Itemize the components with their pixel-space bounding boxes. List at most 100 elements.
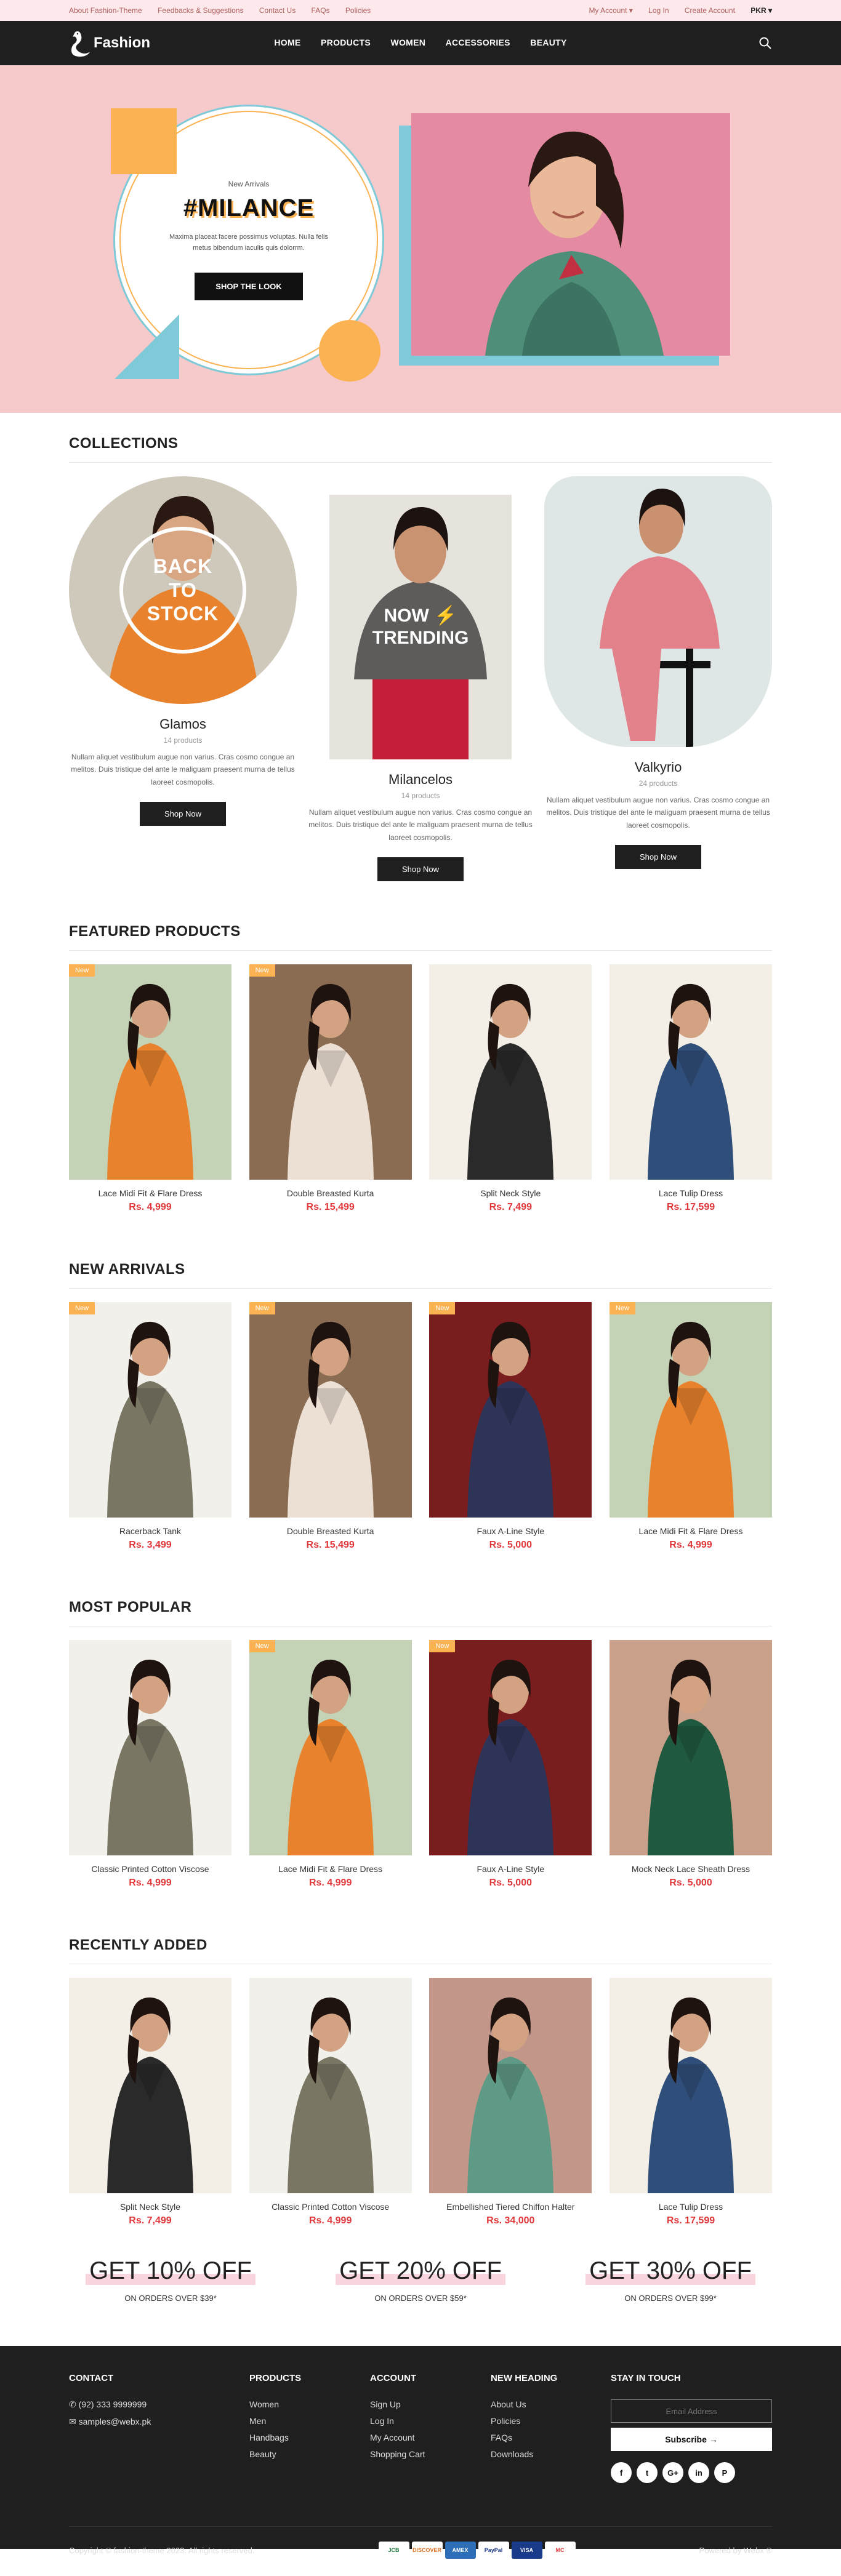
product-name[interactable]: Faux A-Line Style <box>429 1526 592 1536</box>
currency-select[interactable]: PKR ▾ <box>750 6 772 15</box>
product-name[interactable]: Faux A-Line Style <box>429 1864 592 1874</box>
product-image[interactable] <box>69 1640 231 1856</box>
nav-item-accessories[interactable]: ACCESSORIES <box>446 38 510 47</box>
google-plus-icon[interactable]: G+ <box>662 2462 683 2484</box>
product-card[interactable]: Split Neck Style Rs. 7,499 <box>69 1978 231 2226</box>
offer-block[interactable]: GET 30% OFF ON ORDERS OVER $99* <box>569 2257 772 2303</box>
product-image[interactable]: New <box>609 1302 772 1518</box>
product-name[interactable]: Double Breasted Kurta <box>249 1526 412 1536</box>
product-card[interactable]: New Double Breasted Kurta Rs. 15,499 <box>249 1302 412 1551</box>
product-image[interactable]: New <box>249 964 412 1180</box>
product-name[interactable]: Lace Midi Fit & Flare Dress <box>610 1526 772 1536</box>
product-image[interactable] <box>429 964 592 1180</box>
product-card[interactable]: Classic Printed Cotton Viscose Rs. 4,999 <box>69 1640 231 1889</box>
product-image[interactable] <box>609 1640 772 1856</box>
product-card[interactable]: Embellished Tiered Chiffon Halter Rs. 34,… <box>429 1978 592 2226</box>
product-image[interactable] <box>609 1978 772 2194</box>
footer-link[interactable]: Policies <box>491 2416 611 2426</box>
mastercard-icon: MC <box>544 2542 576 2559</box>
subscribe-button[interactable]: Subscribe → <box>611 2428 772 2452</box>
top-link[interactable]: Contact Us <box>259 6 296 15</box>
footer-link[interactable]: My Account <box>370 2433 491 2442</box>
footer-link[interactable]: Shopping Cart <box>370 2449 491 2459</box>
collection-image[interactable]: BACK TO STOCK <box>69 476 297 704</box>
top-link[interactable]: About Fashion-Theme <box>69 6 142 15</box>
product-name[interactable]: Mock Neck Lace Sheath Dress <box>610 1864 772 1874</box>
offer-block[interactable]: GET 20% OFF ON ORDERS OVER $59* <box>319 2257 522 2303</box>
product-image[interactable] <box>69 1978 231 2194</box>
product-name[interactable]: Lace Midi Fit & Flare Dress <box>249 1864 412 1874</box>
product-name[interactable]: Racerback Tank <box>69 1526 231 1536</box>
footer-link[interactable]: Log In <box>370 2416 491 2426</box>
shop-now-button[interactable]: Shop Now <box>140 802 226 826</box>
product-card[interactable]: New Lace Midi Fit & Flare Dress Rs. 4,999 <box>249 1640 412 1889</box>
nav-item-beauty[interactable]: BEAUTY <box>530 38 566 47</box>
shop-now-button[interactable]: Shop Now <box>377 857 464 882</box>
my-account-dropdown[interactable]: My Account ▾ <box>589 6 632 15</box>
product-card[interactable]: New Lace Midi Fit & Flare Dress Rs. 4,999 <box>609 1302 772 1551</box>
footer-link[interactable]: Handbags <box>249 2433 370 2442</box>
mail-icon: ✉ <box>69 2417 79 2427</box>
product-card[interactable]: New Racerback Tank Rs. 3,499 <box>69 1302 231 1551</box>
product-name[interactable]: Classic Printed Cotton Viscose <box>249 2202 412 2212</box>
twitter-icon[interactable]: t <box>637 2462 658 2484</box>
phone-line[interactable]: ✆ (92) 333 9999999 <box>69 2399 249 2410</box>
search-icon[interactable] <box>759 36 772 50</box>
footer-link[interactable]: Downloads <box>491 2449 611 2459</box>
product-name[interactable]: Lace Tulip Dress <box>610 2202 772 2212</box>
product-name[interactable]: Split Neck Style <box>69 2202 231 2212</box>
product-card[interactable]: New Faux A-Line Style Rs. 5,000 <box>429 1640 592 1889</box>
footer-link[interactable]: Men <box>249 2416 370 2426</box>
footer-link[interactable]: Beauty <box>249 2449 370 2459</box>
shop-now-button[interactable]: Shop Now <box>615 845 701 870</box>
create-account-link[interactable]: Create Account <box>685 6 735 15</box>
footer-link[interactable]: About Us <box>491 2399 611 2409</box>
collection-name[interactable]: Valkyrio <box>544 759 772 775</box>
collection-image[interactable] <box>544 476 772 747</box>
facebook-icon[interactable]: f <box>611 2462 632 2484</box>
product-image[interactable]: New <box>69 964 231 1180</box>
product-name[interactable]: Double Breasted Kurta <box>249 1188 412 1198</box>
product-image[interactable]: New <box>429 1640 592 1856</box>
top-link[interactable]: FAQs <box>312 6 330 15</box>
product-image[interactable] <box>429 1978 592 2194</box>
top-link[interactable]: Policies <box>345 6 371 15</box>
product-name[interactable]: Lace Midi Fit & Flare Dress <box>69 1188 231 1198</box>
product-card[interactable]: Mock Neck Lace Sheath Dress Rs. 5,000 <box>609 1640 772 1889</box>
linkedin-icon[interactable]: in <box>688 2462 709 2484</box>
product-image[interactable]: New <box>249 1302 412 1518</box>
product-card[interactable]: New Lace Midi Fit & Flare Dress Rs. 4,999 <box>69 964 231 1213</box>
email-line[interactable]: ✉ samples@webx.pk <box>69 2417 249 2427</box>
top-link[interactable]: Feedbacks & Suggestions <box>158 6 243 15</box>
footer-link[interactable]: Sign Up <box>370 2399 491 2409</box>
product-card[interactable]: Classic Printed Cotton Viscose Rs. 4,999 <box>249 1978 412 2226</box>
footer-link[interactable]: FAQs <box>491 2433 611 2442</box>
collection-name[interactable]: Glamos <box>69 716 297 732</box>
collection-name[interactable]: Milancelos <box>307 772 534 788</box>
product-image[interactable] <box>249 1978 412 2194</box>
brand-logo[interactable]: Fashion <box>69 30 150 57</box>
nav-item-products[interactable]: PRODUCTS <box>321 38 371 47</box>
nav-item-women[interactable]: WOMEN <box>390 38 425 47</box>
pinterest-icon[interactable]: P <box>714 2462 735 2484</box>
product-image[interactable]: New <box>429 1302 592 1518</box>
product-name[interactable]: Split Neck Style <box>429 1188 592 1198</box>
product-card[interactable]: New Faux A-Line Style Rs. 5,000 <box>429 1302 592 1551</box>
product-image[interactable]: New <box>69 1302 231 1518</box>
shop-the-look-button[interactable]: SHOP THE LOOK <box>195 272 303 300</box>
footer-link[interactable]: Women <box>249 2399 370 2409</box>
product-card[interactable]: Lace Tulip Dress Rs. 17,599 <box>609 1978 772 2226</box>
product-card[interactable]: Split Neck Style Rs. 7,499 <box>429 964 592 1213</box>
login-link[interactable]: Log In <box>648 6 669 15</box>
product-card[interactable]: New Double Breasted Kurta Rs. 15,499 <box>249 964 412 1213</box>
collection-image[interactable]: NOW ⚡ TRENDING <box>329 495 512 759</box>
product-image[interactable]: New <box>249 1640 412 1856</box>
newsletter-email-input[interactable] <box>611 2399 772 2423</box>
product-name[interactable]: Classic Printed Cotton Viscose <box>69 1864 231 1874</box>
product-image[interactable] <box>609 964 772 1180</box>
product-card[interactable]: Lace Tulip Dress Rs. 17,599 <box>609 964 772 1213</box>
product-name[interactable]: Lace Tulip Dress <box>610 1188 772 1198</box>
offer-block[interactable]: GET 10% OFF ON ORDERS OVER $39* <box>69 2257 272 2303</box>
nav-item-home[interactable]: HOME <box>274 38 300 47</box>
product-name[interactable]: Embellished Tiered Chiffon Halter <box>429 2202 592 2212</box>
